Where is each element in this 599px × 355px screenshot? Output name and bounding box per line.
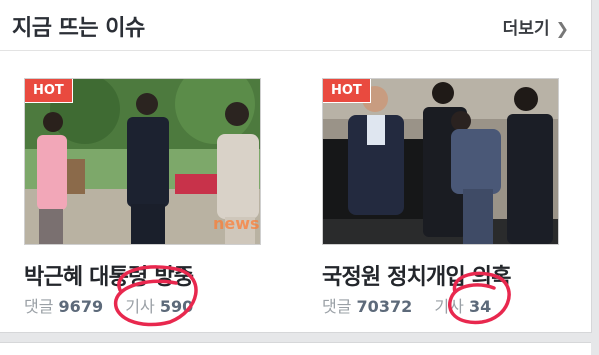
comments-count: 70372: [356, 297, 413, 316]
more-link[interactable]: 더보기 ❯: [503, 14, 569, 39]
articles-label: 기사: [125, 297, 155, 316]
articles-count: 34: [468, 297, 492, 316]
next-card-edge: [0, 342, 591, 355]
section-header: 지금 뜨는 이슈 더보기 ❯: [0, 0, 591, 51]
more-label: 더보기: [502, 19, 550, 39]
issue-headline[interactable]: 박근혜 대통령 방중: [24, 259, 261, 291]
issue-stats: 댓글 9679 기사 590: [24, 293, 261, 317]
issue-headline[interactable]: 국정원 정치개입 의혹: [322, 259, 559, 291]
issue-stats: 댓글 70372 기사 34: [322, 293, 559, 317]
thumbnail-watermark: news Nocut: [213, 214, 260, 233]
articles-label: 기사: [434, 297, 464, 316]
thumbnail-photo-meeting: news Nocut: [25, 79, 260, 244]
hot-badge: HOT: [323, 79, 371, 103]
thumbnail-photo-officials: [323, 79, 558, 244]
issue-item[interactable]: news Nocut HOT 박근혜 대통령 방중 댓글 9679 기사 590: [24, 78, 261, 317]
comments-label: 댓글: [322, 297, 352, 316]
trending-issues-card: 지금 뜨는 이슈 더보기 ❯ news HOT 박근혜 대통령 방중 댓글 96…: [0, 0, 592, 333]
comments-label: 댓글: [24, 297, 54, 316]
hot-badge: HOT: [25, 79, 73, 103]
chevron-right-icon: ❯: [555, 19, 569, 38]
articles-count: 590: [159, 297, 194, 316]
issue-thumbnail[interactable]: HOT: [322, 78, 559, 245]
issue-thumbnail[interactable]: news Nocut HOT: [24, 78, 261, 245]
issue-item[interactable]: HOT 국정원 정치개입 의혹 댓글 70372 기사 34: [322, 78, 559, 317]
section-title: 지금 뜨는 이슈: [12, 16, 145, 41]
comments-count: 9679: [58, 297, 104, 316]
